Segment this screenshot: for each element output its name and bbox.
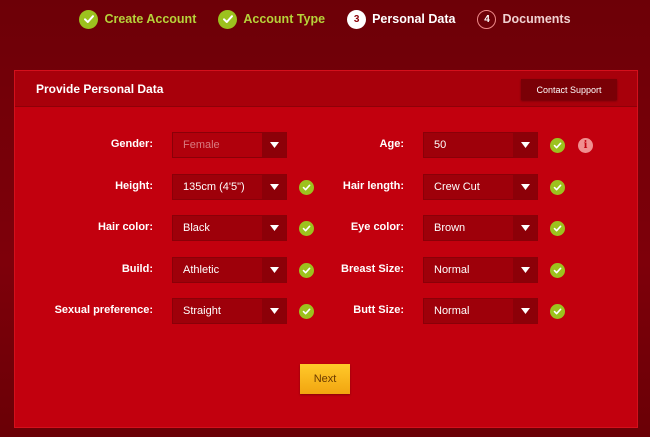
age-select[interactable]: 50	[423, 132, 538, 158]
select-value: Female	[183, 139, 220, 151]
step-number: 3	[347, 9, 367, 29]
chevron-down-icon	[262, 216, 286, 240]
breast-size-select[interactable]: Normal	[423, 257, 538, 283]
info-icon[interactable]: i	[578, 138, 593, 153]
age-label: Age:	[379, 138, 404, 150]
step-create-account[interactable]: Create Account	[79, 6, 196, 32]
sexual-preference-label: Sexual preference:	[54, 304, 153, 316]
next-button[interactable]: Next	[300, 364, 350, 394]
eye-color-select[interactable]: Brown	[423, 215, 538, 241]
step-documents[interactable]: 4 Documents	[477, 6, 571, 32]
chevron-down-icon	[262, 299, 286, 323]
height-select[interactable]: 135cm (4'5")	[172, 174, 287, 200]
hair-color-label: Hair color:	[97, 221, 153, 233]
chevron-down-icon	[513, 216, 537, 240]
check-icon	[550, 180, 565, 195]
contact-support-button[interactable]: Contact Support	[521, 79, 617, 100]
build-label: Build:	[121, 263, 153, 275]
chevron-down-icon	[262, 133, 286, 157]
chevron-down-icon	[513, 258, 537, 282]
card-header: Provide Personal Data Contact Support	[15, 71, 637, 107]
select-value: Brown	[434, 222, 466, 234]
step-label: Create Account	[104, 12, 197, 26]
step-label: Documents	[502, 12, 571, 26]
hair-color-select[interactable]: Black	[172, 215, 287, 241]
select-value: Black	[183, 222, 210, 234]
chevron-down-icon	[513, 299, 537, 323]
gender-select[interactable]: Female	[172, 132, 287, 158]
step-label: Account Type	[243, 12, 326, 26]
hair-length-label: Hair length:	[342, 180, 404, 192]
card-title: Provide Personal Data	[36, 82, 164, 96]
chevron-down-icon	[262, 258, 286, 282]
select-value: Crew Cut	[434, 181, 480, 193]
height-label: Height:	[115, 180, 153, 192]
check-icon	[218, 9, 238, 29]
check-icon	[550, 304, 565, 319]
select-value: Athletic	[183, 264, 220, 276]
chevron-down-icon	[262, 175, 286, 199]
eye-color-label: Eye color:	[350, 221, 404, 233]
select-value: Normal	[434, 264, 470, 276]
breast-size-label: Breast Size:	[341, 263, 404, 275]
hair-length-select[interactable]: Crew Cut	[423, 174, 538, 200]
check-icon	[550, 138, 565, 153]
select-value: 50	[434, 139, 447, 151]
butt-size-select[interactable]: Normal	[423, 298, 538, 324]
step-label: Personal Data	[372, 12, 456, 26]
gender-label: Gender:	[110, 138, 153, 150]
progress-stepper: Create Account Account Type 3 Personal D…	[0, 6, 650, 32]
check-icon	[550, 263, 565, 278]
check-icon	[550, 221, 565, 236]
chevron-down-icon	[513, 133, 537, 157]
step-number: 4	[477, 9, 497, 29]
step-personal-data[interactable]: 3 Personal Data	[347, 6, 455, 32]
build-select[interactable]: Athletic	[172, 257, 287, 283]
butt-size-label: Butt Size:	[353, 304, 404, 316]
sexual-preference-select[interactable]: Straight	[172, 298, 287, 324]
chevron-down-icon	[513, 175, 537, 199]
select-value: Straight	[183, 305, 221, 317]
step-account-type[interactable]: Account Type	[218, 6, 325, 32]
check-icon	[79, 9, 99, 29]
select-value: 135cm (4'5")	[183, 181, 245, 193]
select-value: Normal	[434, 305, 470, 317]
personal-data-card: Provide Personal Data Contact Support Ge…	[14, 70, 638, 428]
